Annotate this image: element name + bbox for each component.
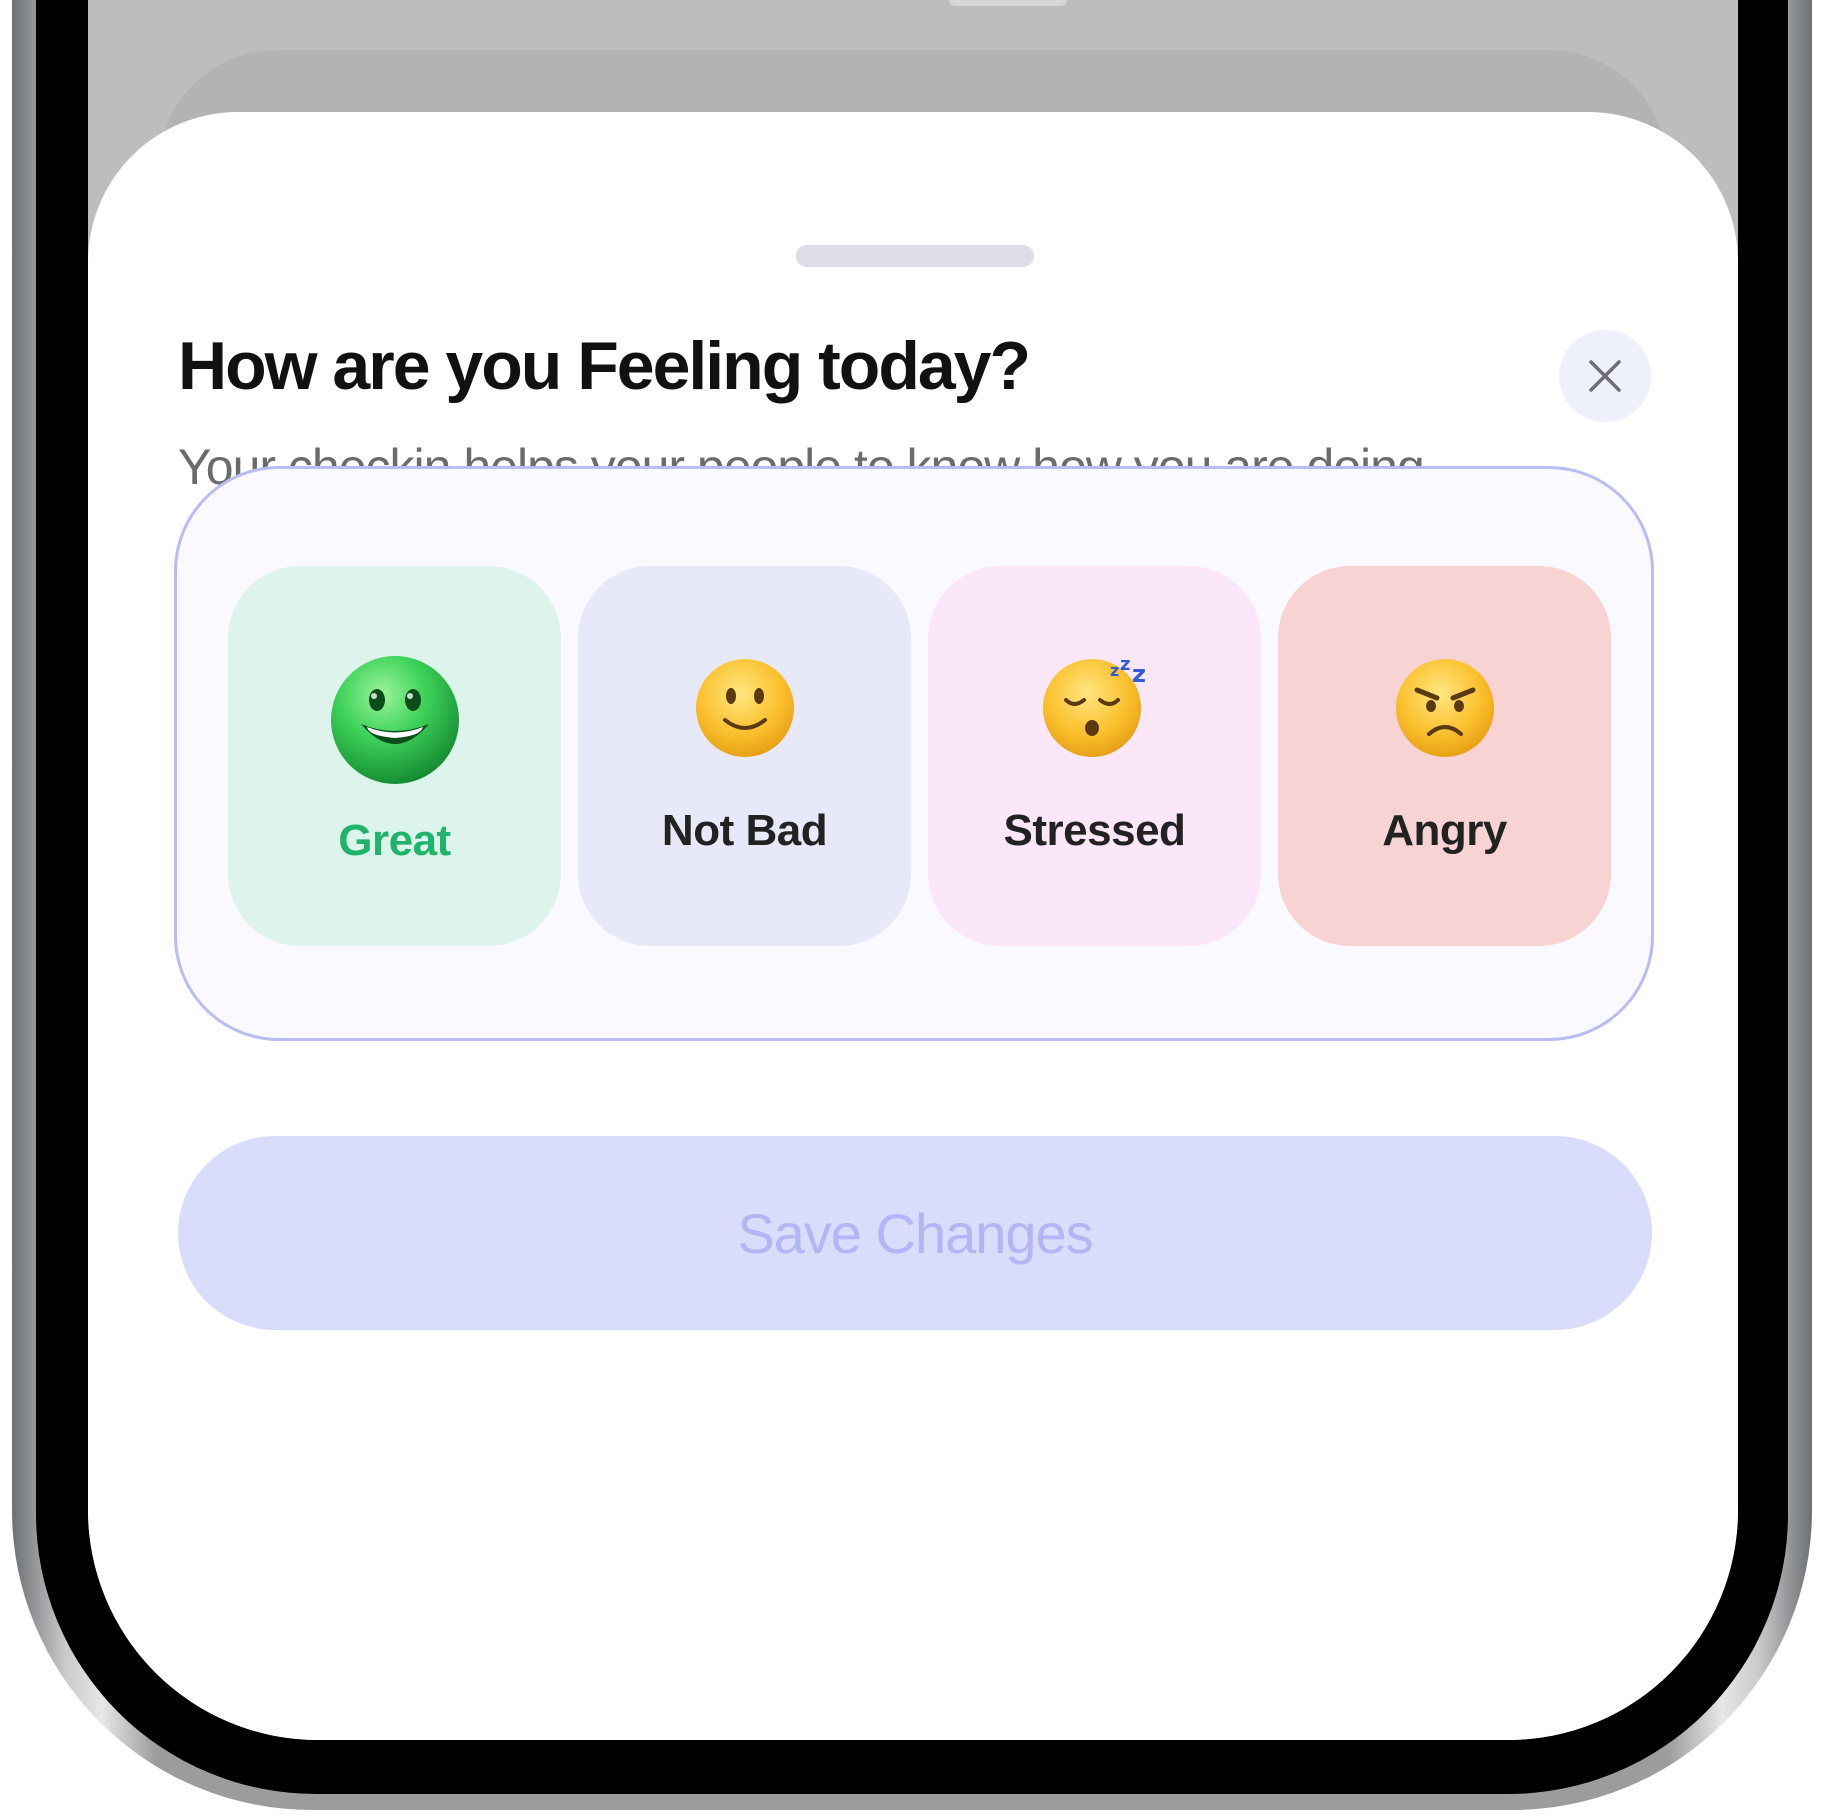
svg-text:z: z <box>1110 661 1119 680</box>
save-changes-button[interactable]: Save Changes <box>178 1136 1652 1330</box>
mood-label-great: Great <box>338 816 451 865</box>
slightly-smiling-face-icon <box>695 659 794 757</box>
screen: How are you Feeling today? Your checkin … <box>88 0 1738 1740</box>
sheet-title: How are you Feeling today? <box>178 328 1031 404</box>
background-detail <box>948 0 1068 6</box>
mood-checkin-sheet: How are you Feeling today? Your checkin … <box>88 112 1738 1740</box>
svg-text:z: z <box>1132 660 1146 688</box>
close-button[interactable] <box>1559 330 1651 422</box>
mood-option-stressed[interactable]: z z z Stressed <box>928 566 1261 946</box>
sheet-grabber[interactable] <box>796 245 1034 267</box>
svg-text:z: z <box>1120 656 1130 675</box>
mood-option-not-bad[interactable]: Not Bad <box>578 566 911 946</box>
angry-face-icon <box>1395 659 1494 757</box>
close-icon <box>1589 360 1621 392</box>
device-frame: How are you Feeling today? Your checkin … <box>0 0 1824 1816</box>
mood-label-not-bad: Not Bad <box>661 806 828 855</box>
mood-option-angry[interactable]: Angry <box>1278 566 1611 946</box>
mood-option-great[interactable]: Great <box>228 566 561 946</box>
mood-label-angry: Angry <box>1382 806 1507 855</box>
sleeping-face-icon: z z z <box>1042 656 1146 757</box>
mood-selector: Great Not Bad z z z Stressed Angry <box>174 466 1654 1041</box>
grinning-face-icon <box>330 656 459 784</box>
mood-label-stressed: Stressed <box>1003 806 1186 855</box>
